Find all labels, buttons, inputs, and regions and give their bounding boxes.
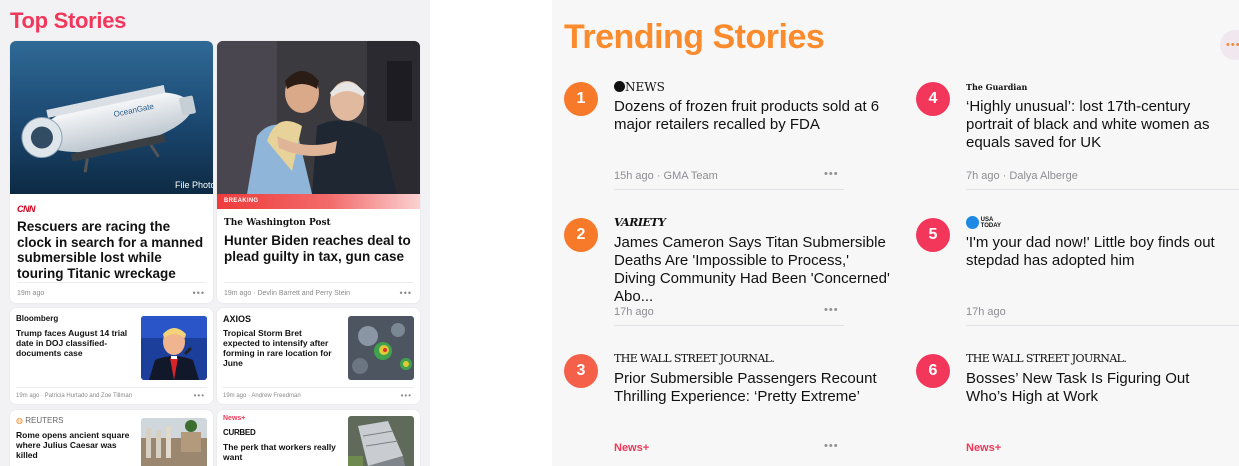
submersible-photo: OceanGate File Photo (10, 41, 213, 194)
source-cnn: CNN (17, 204, 36, 214)
trending-item-4[interactable]: 4 The Guardian ‘Highly unusual’: lost 17… (916, 80, 1239, 200)
more-options-button[interactable]: ••• (824, 440, 839, 452)
story-card-rome[interactable]: ◍ REUTERS Rome opens ancient square wher… (10, 410, 213, 466)
photo-caption: File Photo (175, 180, 213, 190)
trend-headline[interactable]: Prior Submersible Passengers Recount Thr… (614, 370, 894, 406)
source-guardian: The Guardian (966, 82, 1028, 92)
story-card-storm-bret[interactable]: AXIOS Tropical Storm Bret expected to in… (217, 308, 420, 404)
news-plus-label: News+ (223, 415, 246, 422)
rome-square-thumbnail (141, 418, 207, 466)
story-headline[interactable]: The perk that workers really want (223, 442, 341, 462)
trend-headline[interactable]: Bosses’ New Task Is Figuring Out Who’s H… (966, 370, 1231, 406)
story-meta: 19m ago · Patricia Hurtado and Zoe Tillm… (16, 393, 133, 399)
story-card-hunter-biden[interactable]: BREAKING The Washington Post Hunter Bide… (217, 41, 420, 303)
trump-thumbnail (141, 316, 207, 380)
story-card-curbed[interactable]: News+ CURBED The perk that workers reall… (217, 410, 420, 466)
source-wsj: THE WALL STREET JOURNAL. (966, 352, 1127, 365)
story-headline[interactable]: Hunter Biden reaches deal to plead guilt… (224, 233, 413, 264)
story-headline[interactable]: Rescuers are racing the clock in search … (17, 219, 206, 281)
divider (17, 282, 206, 283)
more-options-button[interactable]: ••• (824, 304, 839, 316)
story-meta: 19m ago · Devlin Barrett and Perry Stein (224, 290, 351, 297)
story-card-submersible[interactable]: OceanGate File Photo CNN Rescuers are ra… (10, 41, 213, 303)
trend-headline[interactable]: 'I'm your dad now!' Little boy finds out… (966, 234, 1231, 270)
source-label: USA TODAY (980, 216, 1002, 229)
more-options-button[interactable]: ••• (400, 288, 412, 298)
trend-headline[interactable]: Dozens of frozen fruit products sold at … (614, 98, 894, 134)
source-abc-news: NEWS (614, 80, 665, 96)
source-usa-today: USA TODAY (966, 216, 1007, 232)
divider (224, 282, 413, 283)
rank-badge: 4 (916, 82, 950, 116)
top-stories-panel: Top Stories OceanGate File Photo CNN Res… (0, 0, 430, 466)
trend-meta: 17h ago (966, 306, 1006, 318)
trend-headline[interactable]: ‘Highly unusual’: lost 17th-century port… (966, 98, 1231, 152)
source-label: REUTERS (25, 416, 64, 425)
building-aerial-thumbnail (348, 416, 414, 466)
story-headline[interactable]: Rome opens ancient square where Julius C… (16, 430, 134, 460)
divider (223, 387, 414, 388)
more-options-button[interactable]: ••• (1220, 30, 1239, 60)
story-meta: 19m ago (17, 290, 45, 297)
more-options-button[interactable]: ••• (194, 391, 205, 400)
trending-item-2[interactable]: 2 VARIETY James Cameron Says Titan Subme… (564, 216, 890, 336)
more-options-button[interactable]: ••• (824, 168, 839, 180)
rank-badge: 1 (564, 82, 598, 116)
divider (16, 387, 207, 388)
trend-meta: 17h ago (614, 306, 654, 318)
more-options-button[interactable]: ••• (193, 288, 205, 298)
trending-item-3[interactable]: 3 THE WALL STREET JOURNAL. Prior Submers… (564, 352, 877, 466)
divider (614, 189, 844, 190)
source-washington-post: The Washington Post (224, 218, 331, 228)
trending-stories-panel: Trending Stories ••• 1 NEWS Dozens of fr… (552, 0, 1239, 466)
divider (966, 325, 1239, 326)
story-headline[interactable]: Trump faces August 14 trial date in DOJ … (16, 328, 134, 358)
trending-item-1[interactable]: 1 NEWS Dozens of frozen fruit products s… (564, 80, 879, 200)
trending-item-6[interactable]: 6 THE WALL STREET JOURNAL. Bosses’ New T… (916, 352, 1216, 466)
news-plus-badge: News+ (966, 442, 1002, 454)
source-variety: VARIETY (614, 216, 666, 229)
trend-headline[interactable]: James Cameron Says Titan Submersible Dea… (614, 234, 894, 306)
reuters-logo-icon: ◍ (16, 416, 23, 425)
divider (966, 189, 1239, 190)
rank-badge: 6 (916, 354, 950, 388)
rank-badge: 2 (564, 218, 598, 252)
rank-badge: 3 (564, 354, 598, 388)
story-meta: 19m ago · Andrew Freedman (223, 393, 301, 399)
story-headline[interactable]: Tropical Storm Bret expected to intensif… (223, 328, 341, 368)
trend-meta: 7h ago · Dalya Alberge (966, 170, 1078, 182)
top-stories-title: Top Stories (10, 8, 127, 33)
storm-radar-thumbnail (348, 316, 414, 380)
story-card-trump[interactable]: Bloomberg Trump faces August 14 trial da… (10, 308, 213, 404)
abc-logo-icon (614, 81, 625, 92)
biden-hug-photo (217, 41, 420, 194)
source-label: NEWS (625, 80, 665, 94)
divider (614, 325, 844, 326)
breaking-badge: BREAKING (217, 194, 420, 209)
trending-stories-title: Trending Stories (564, 18, 825, 56)
news-plus-badge: News+ (614, 442, 650, 454)
trending-item-5[interactable]: 5 USA TODAY 'I'm your dad now!' Little b… (916, 216, 1239, 336)
rank-badge: 5 (916, 218, 950, 252)
more-options-button[interactable]: ••• (401, 391, 412, 400)
trend-meta: 15h ago · GMA Team (614, 170, 718, 182)
source-wsj: THE WALL STREET JOURNAL. (614, 352, 775, 365)
usa-today-logo-icon (966, 216, 979, 229)
